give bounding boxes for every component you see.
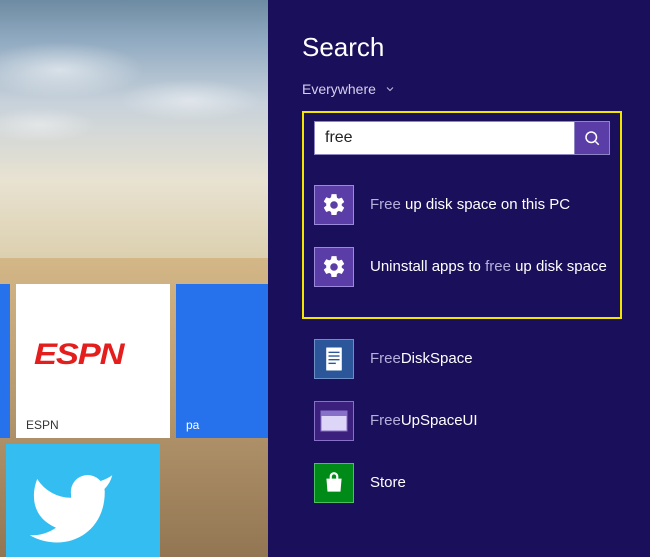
result-text: FreeUpSpaceUI <box>370 411 478 431</box>
search-input-wrap <box>314 121 610 155</box>
result-store[interactable]: Store <box>314 457 612 509</box>
search-icon <box>583 129 601 147</box>
window-icon <box>314 401 354 441</box>
tile-label-blue: pa <box>186 418 199 432</box>
desktop-background: ESPN ESPN pa <box>0 0 268 557</box>
more-results: FreeDiskSpace FreeUpSpaceUI Store <box>302 323 622 509</box>
start-tiles-row: ESPN ESPN pa <box>0 284 268 438</box>
store-icon <box>314 463 354 503</box>
search-button[interactable] <box>574 121 610 155</box>
tile-partial-left[interactable] <box>0 284 10 438</box>
twitter-icon <box>16 464 126 554</box>
tile-twitter[interactable] <box>6 444 160 557</box>
highlighted-region: Free up disk space on this PC Uninstall … <box>302 111 622 319</box>
result-freeupspaceui[interactable]: FreeUpSpaceUI <box>314 395 612 447</box>
result-text: Store <box>370 473 406 493</box>
document-icon <box>314 339 354 379</box>
espn-logo: ESPN <box>34 338 123 372</box>
wallpaper-clouds <box>0 30 268 150</box>
tile-blue-right[interactable]: pa <box>176 284 268 438</box>
result-freediskspace[interactable]: FreeDiskSpace <box>314 333 612 385</box>
search-scope-dropdown[interactable]: Everywhere <box>302 81 396 97</box>
search-input[interactable] <box>314 121 574 155</box>
search-scope-label: Everywhere <box>302 81 376 97</box>
result-uninstall-apps[interactable]: Uninstall apps to free up disk space <box>314 241 610 293</box>
result-text: Uninstall apps to free up disk space <box>370 257 607 277</box>
tile-label-espn: ESPN <box>26 418 59 432</box>
result-text: Free up disk space on this PC <box>370 195 570 215</box>
search-charm-panel: Search Everywhere Free up disk space on … <box>268 0 650 557</box>
chevron-down-icon <box>384 83 396 95</box>
gear-icon <box>314 247 354 287</box>
tile-espn[interactable]: ESPN ESPN <box>16 284 170 438</box>
result-text: FreeDiskSpace <box>370 349 473 369</box>
result-free-up-disk-space[interactable]: Free up disk space on this PC <box>314 179 610 231</box>
search-title: Search <box>302 32 622 63</box>
gear-icon <box>314 185 354 225</box>
